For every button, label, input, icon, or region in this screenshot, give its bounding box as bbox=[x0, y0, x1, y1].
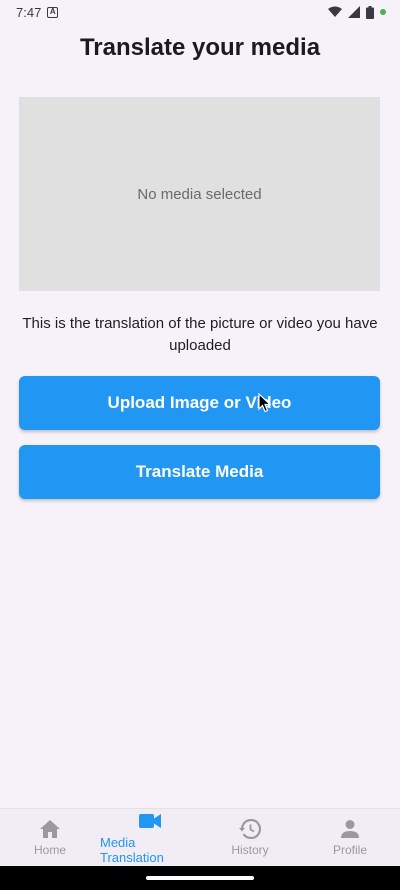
nav-item-profile[interactable]: Profile bbox=[300, 818, 400, 857]
notification-a-icon: A bbox=[47, 6, 59, 18]
home-icon bbox=[40, 818, 60, 840]
videocam-icon bbox=[139, 810, 161, 832]
nav-item-home[interactable]: Home bbox=[0, 818, 100, 857]
nav-item-history[interactable]: History bbox=[200, 818, 300, 857]
media-placeholder-text: No media selected bbox=[137, 185, 262, 203]
nav-label-media-translation: Media Translation bbox=[100, 835, 164, 865]
translation-description: This is the translation of the picture o… bbox=[22, 315, 378, 354]
nav-item-media-translation[interactable]: Media Translation bbox=[100, 810, 200, 865]
person-icon bbox=[341, 818, 359, 840]
history-icon bbox=[239, 818, 261, 840]
translate-media-button[interactable]: Translate Media bbox=[19, 445, 380, 499]
status-right bbox=[328, 5, 386, 19]
media-preview: No media selected bbox=[19, 97, 380, 291]
app-screen: 7:47 A Translate your media No media sel… bbox=[0, 0, 400, 890]
status-bar: 7:47 A bbox=[0, 0, 400, 24]
nav-label-profile: Profile bbox=[332, 843, 367, 857]
gesture-handle[interactable] bbox=[146, 876, 254, 880]
signal-icon bbox=[348, 6, 360, 18]
nav-label-home: Home bbox=[33, 843, 66, 857]
upload-media-button[interactable]: Upload Image or Video bbox=[19, 376, 380, 430]
page-title: Translate your media bbox=[79, 34, 321, 61]
green-dot-indicator bbox=[380, 9, 386, 15]
wifi-icon bbox=[328, 6, 342, 17]
mouse-cursor-icon bbox=[258, 393, 272, 413]
status-time: 7:47 bbox=[16, 4, 42, 20]
bottom-navigation: Home Media Translation History Profile bbox=[0, 808, 400, 866]
status-left: 7:47 A bbox=[16, 4, 59, 20]
nav-label-history: History bbox=[231, 843, 269, 857]
system-gesture-area bbox=[0, 866, 400, 890]
battery-icon bbox=[366, 5, 374, 19]
